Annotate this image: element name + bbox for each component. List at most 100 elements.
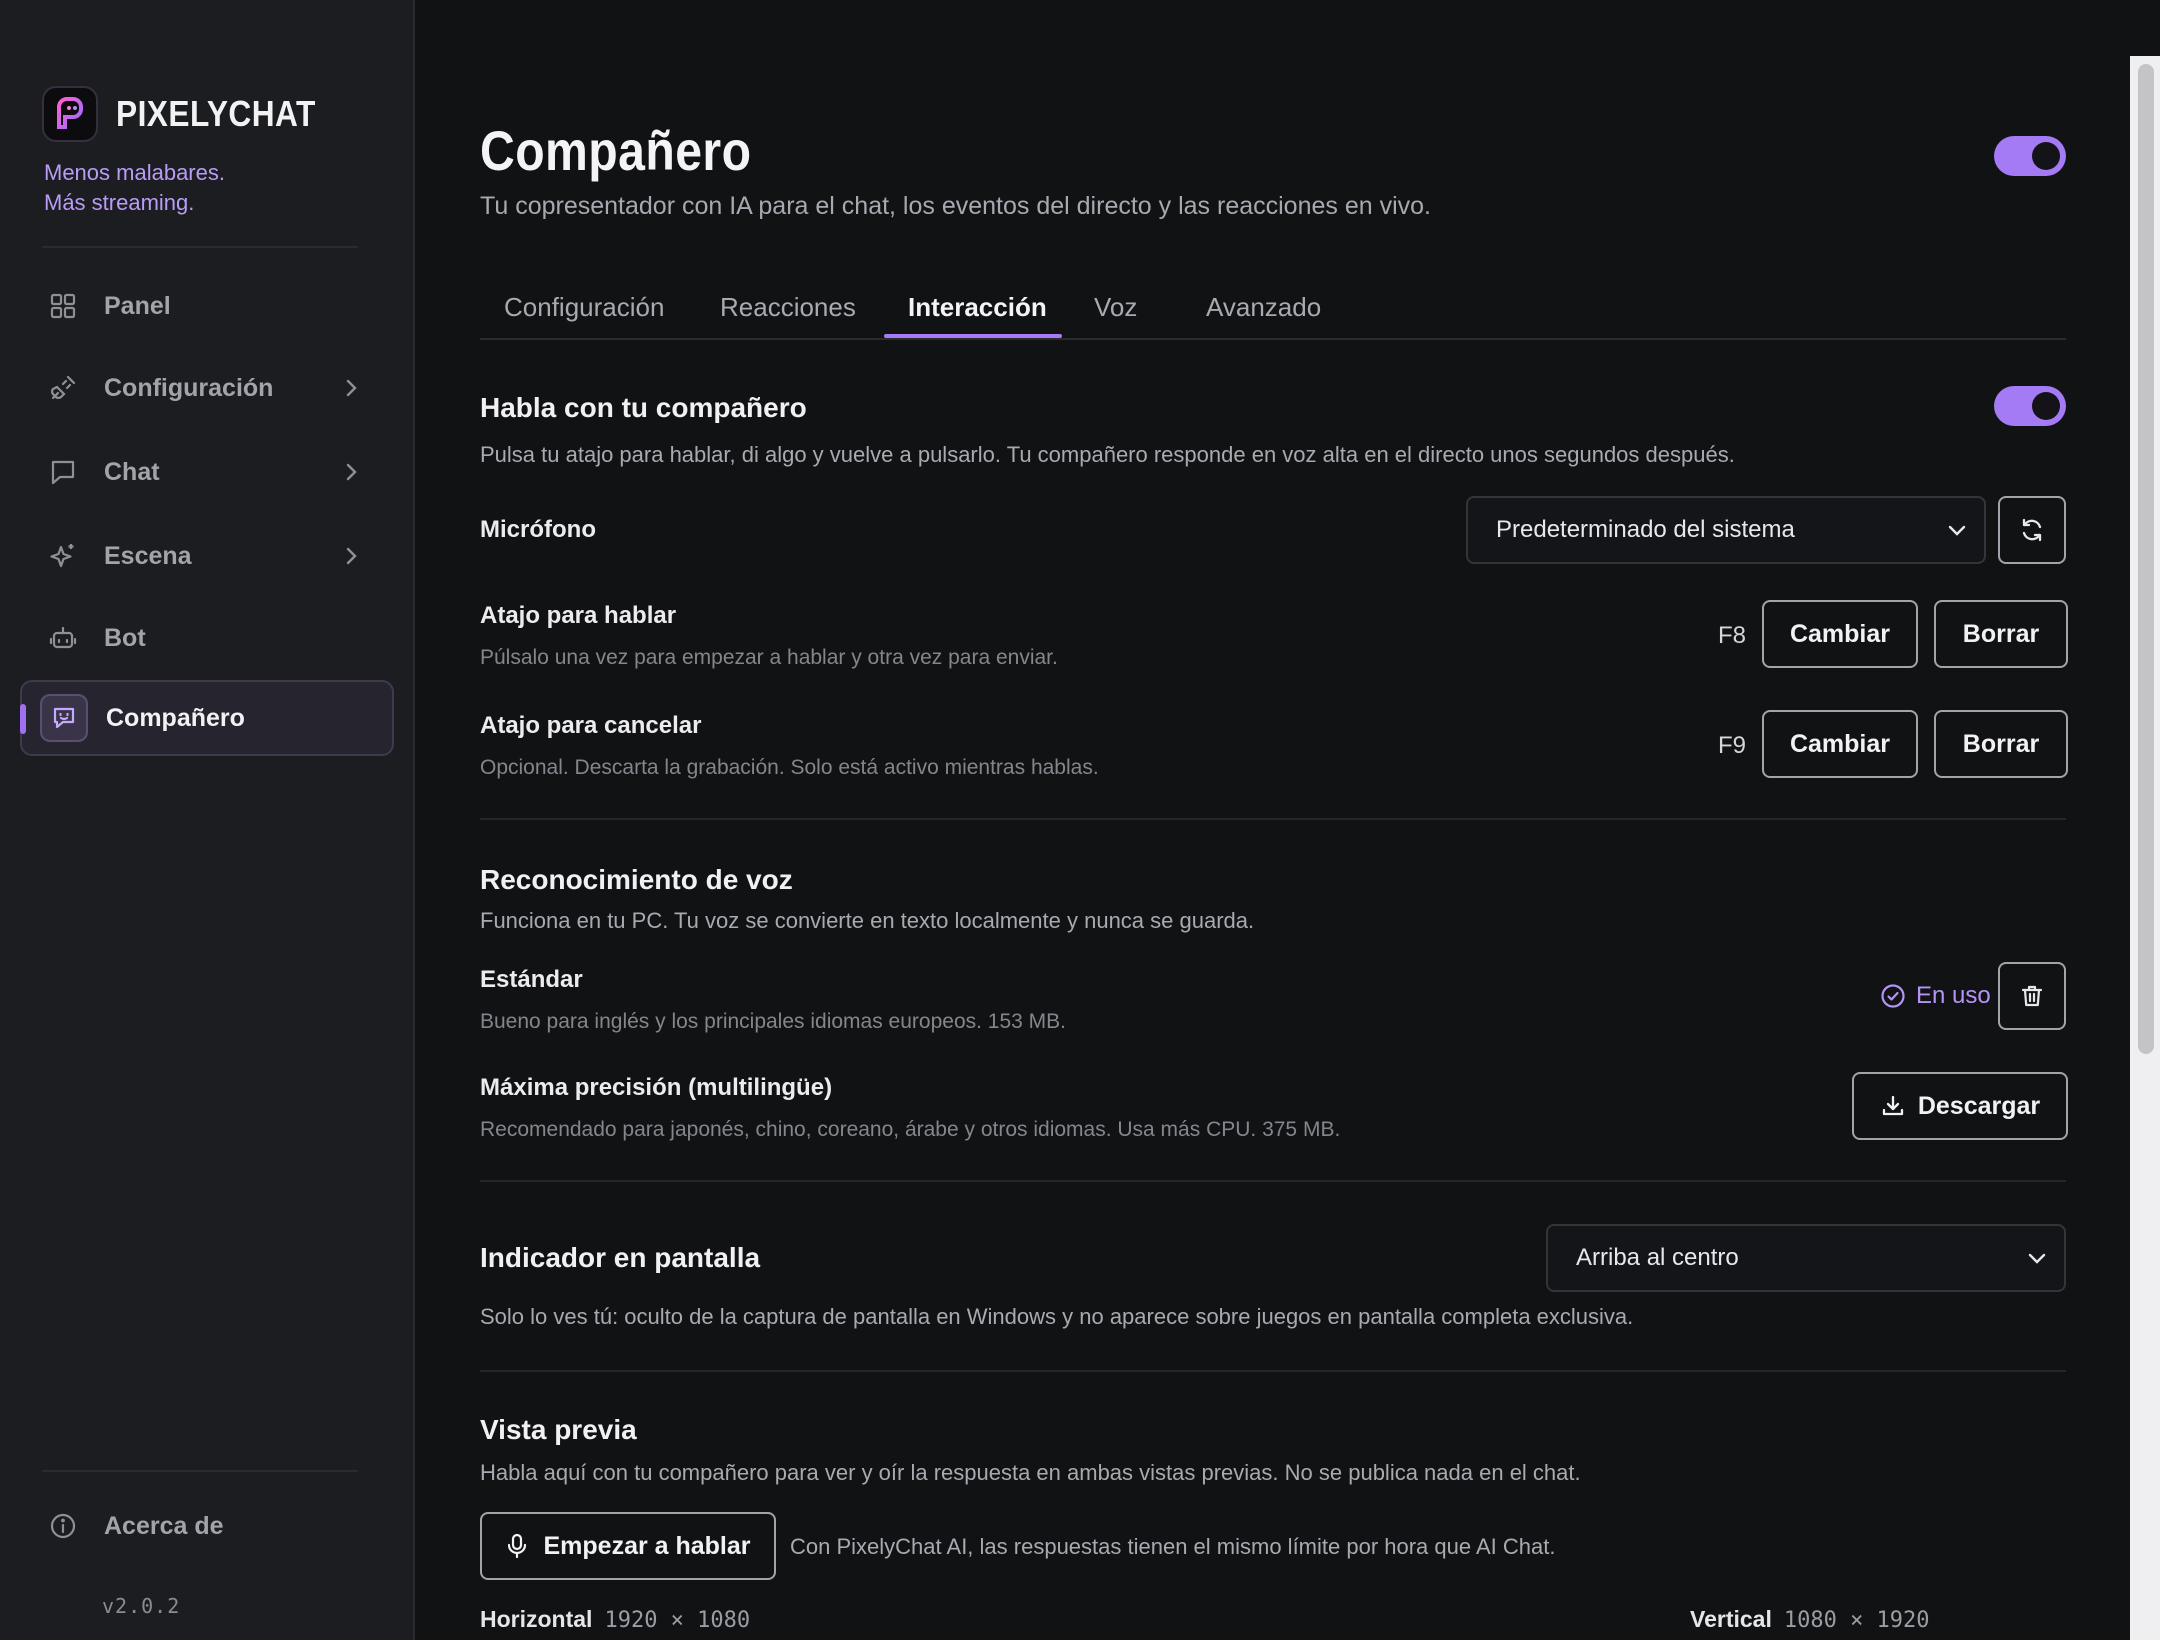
companion-enabled-toggle[interactable] <box>1994 136 2066 176</box>
start-talking-button[interactable]: Empezar a hablar <box>480 1512 776 1580</box>
tab-voz[interactable]: Voz <box>1094 292 1137 323</box>
indicator-section-description: Solo lo ves tú: oculto de la captura de … <box>480 1304 1634 1329</box>
sidebar-item-label: Escena <box>104 541 192 570</box>
max-precision-model-description: Recomendado para japonés, chino, coreano… <box>480 1118 1341 1141</box>
tab-configuracion[interactable]: Configuración <box>504 292 664 323</box>
sidebar-item-bot[interactable]: Bot <box>20 600 394 676</box>
info-icon <box>50 1513 76 1539</box>
companion-icon <box>40 694 88 742</box>
standard-model-label: Estándar <box>480 966 583 993</box>
pixelychat-logo-icon <box>42 86 98 142</box>
sidebar-item-label: Compañero <box>106 703 245 732</box>
sidebar-item-configuracion[interactable]: Configuración <box>20 350 394 426</box>
indicator-section-title: Indicador en pantalla <box>480 1242 761 1273</box>
preview-note: Con PixelyChat AI, las respuestas tienen… <box>790 1534 1556 1559</box>
horizontal-preview-label: Horizontal 1920 × 1080 <box>480 1606 750 1633</box>
sidebar-item-about[interactable]: Acerca de <box>20 1488 394 1564</box>
microphone-select[interactable]: Predeterminado del sistema <box>1466 496 1986 564</box>
refresh-icon <box>2022 518 2042 542</box>
vertical-label: Vertical <box>1690 1606 1772 1632</box>
sidebar-item-label: Configuración <box>104 373 274 402</box>
ptt-shortcut-key: F8 <box>1718 622 1747 649</box>
version-label: v2.0.2 <box>102 1594 181 1618</box>
max-precision-model-label: Máxima precisión (multilingüe) <box>480 1074 833 1101</box>
tab-bar: Configuración Reacciones Interacción Voz… <box>480 282 2066 340</box>
talk-section-description: Pulsa tu atajo para hablar, di algo y vu… <box>480 442 1735 467</box>
sidebar-item-chat[interactable]: Chat <box>20 434 394 510</box>
cancel-clear-button[interactable]: Borrar <box>1934 710 2068 778</box>
indicator-position-select[interactable]: Arriba al centro <box>1546 1224 2066 1292</box>
sidebar-item-companero[interactable]: Compañero <box>20 680 394 756</box>
sidebar-divider <box>42 1470 358 1472</box>
start-talking-label: Empezar a hablar <box>543 1531 751 1560</box>
download-icon <box>1882 1095 1903 1116</box>
download-model-button[interactable]: Descargar <box>1852 1072 2068 1140</box>
section-divider <box>480 818 2066 820</box>
chevron-right-icon <box>346 547 357 565</box>
in-use-status: En uso <box>1880 982 1991 1010</box>
standard-model-description: Bueno para inglés y los principales idio… <box>480 1010 1067 1033</box>
sidebar-item-label: Acerca de <box>104 1511 224 1540</box>
sparkle-icon <box>50 544 74 568</box>
tagline: Menos malabares. Más streaming. <box>44 158 225 218</box>
page-subtitle: Tu copresentador con IA para el chat, lo… <box>480 192 1431 220</box>
sidebar-divider <box>42 246 358 248</box>
sidebar: PIXELYCHAT Menos malabares. Más streamin… <box>0 0 415 1640</box>
delete-standard-model-button[interactable] <box>1998 962 2066 1030</box>
main-content: Compañero Tu copresentador con IA para e… <box>416 0 2124 1640</box>
microphone-label: Micrófono <box>480 516 596 543</box>
talk-enabled-toggle[interactable] <box>1994 386 2066 426</box>
sidebar-item-label: Chat <box>104 457 160 486</box>
ptt-clear-button[interactable]: Borrar <box>1934 600 2068 668</box>
robot-icon <box>49 626 77 649</box>
brand[interactable]: PIXELYCHAT <box>42 86 343 142</box>
plug-icon <box>50 375 76 400</box>
chevron-right-icon <box>346 379 357 397</box>
sidebar-item-label: Bot <box>104 623 146 652</box>
check-circle-icon <box>1881 984 1905 1008</box>
microphone-select-value: Predeterminado del sistema <box>1496 516 1795 543</box>
toggle-knob <box>2032 392 2060 420</box>
ptt-shortcut-label: Atajo para hablar <box>480 602 677 629</box>
chevron-right-icon <box>346 463 357 481</box>
chevron-down-icon <box>2028 1253 2046 1264</box>
chat-bubble-icon <box>51 460 75 485</box>
brand-name: PIXELYCHAT <box>116 93 316 134</box>
tagline-line-2: Más streaming. <box>44 190 195 215</box>
grid-icon <box>50 293 76 319</box>
speech-section-description: Funciona en tu PC. Tu voz se convierte e… <box>480 908 1255 933</box>
scrollbar-thumb[interactable] <box>2138 64 2154 1054</box>
preview-section-description: Habla aquí con tu compañero para ver y o… <box>480 1460 1581 1485</box>
tagline-line-1: Menos malabares. <box>44 160 225 185</box>
tab-avanzado[interactable]: Avanzado <box>1206 292 1321 323</box>
refresh-microphones-button[interactable] <box>1998 496 2066 564</box>
in-use-label: En uso <box>1916 982 1991 1009</box>
vertical-preview-label: Vertical 1080 × 1920 <box>1690 1606 1930 1633</box>
page-title: Compañero <box>480 119 752 182</box>
tab-reacciones[interactable]: Reacciones <box>720 292 856 323</box>
active-indicator <box>20 704 26 734</box>
active-tab-underline <box>884 334 1062 338</box>
toggle-knob <box>2032 142 2060 170</box>
cancel-shortcut-key: F9 <box>1718 732 1747 759</box>
chevron-down-icon <box>1948 525 1966 536</box>
horizontal-label: Horizontal <box>480 1606 593 1632</box>
cancel-shortcut-label: Atajo para cancelar <box>480 712 702 739</box>
horizontal-resolution: 1920 × 1080 <box>604 1608 751 1633</box>
ptt-change-button[interactable]: Cambiar <box>1762 600 1918 668</box>
preview-section-title: Vista previa <box>480 1414 637 1445</box>
section-divider <box>480 1180 2066 1182</box>
vertical-resolution: 1080 × 1920 <box>1783 1608 1930 1633</box>
tab-interaccion[interactable]: Interacción <box>908 292 1047 323</box>
trash-icon <box>2021 985 2043 1007</box>
ptt-shortcut-description: Púlsalo una vez para empezar a hablar y … <box>480 646 1058 669</box>
cancel-change-button[interactable]: Cambiar <box>1762 710 1918 778</box>
speech-section-title: Reconocimiento de voz <box>480 864 793 895</box>
microphone-icon <box>508 1533 527 1559</box>
sidebar-item-label: Panel <box>104 291 171 320</box>
indicator-position-value: Arriba al centro <box>1576 1244 1739 1271</box>
sidebar-item-escena[interactable]: Escena <box>20 518 394 594</box>
section-divider <box>480 1370 2066 1372</box>
talk-section-title: Habla con tu compañero <box>480 392 807 423</box>
sidebar-item-panel[interactable]: Panel <box>20 268 394 344</box>
